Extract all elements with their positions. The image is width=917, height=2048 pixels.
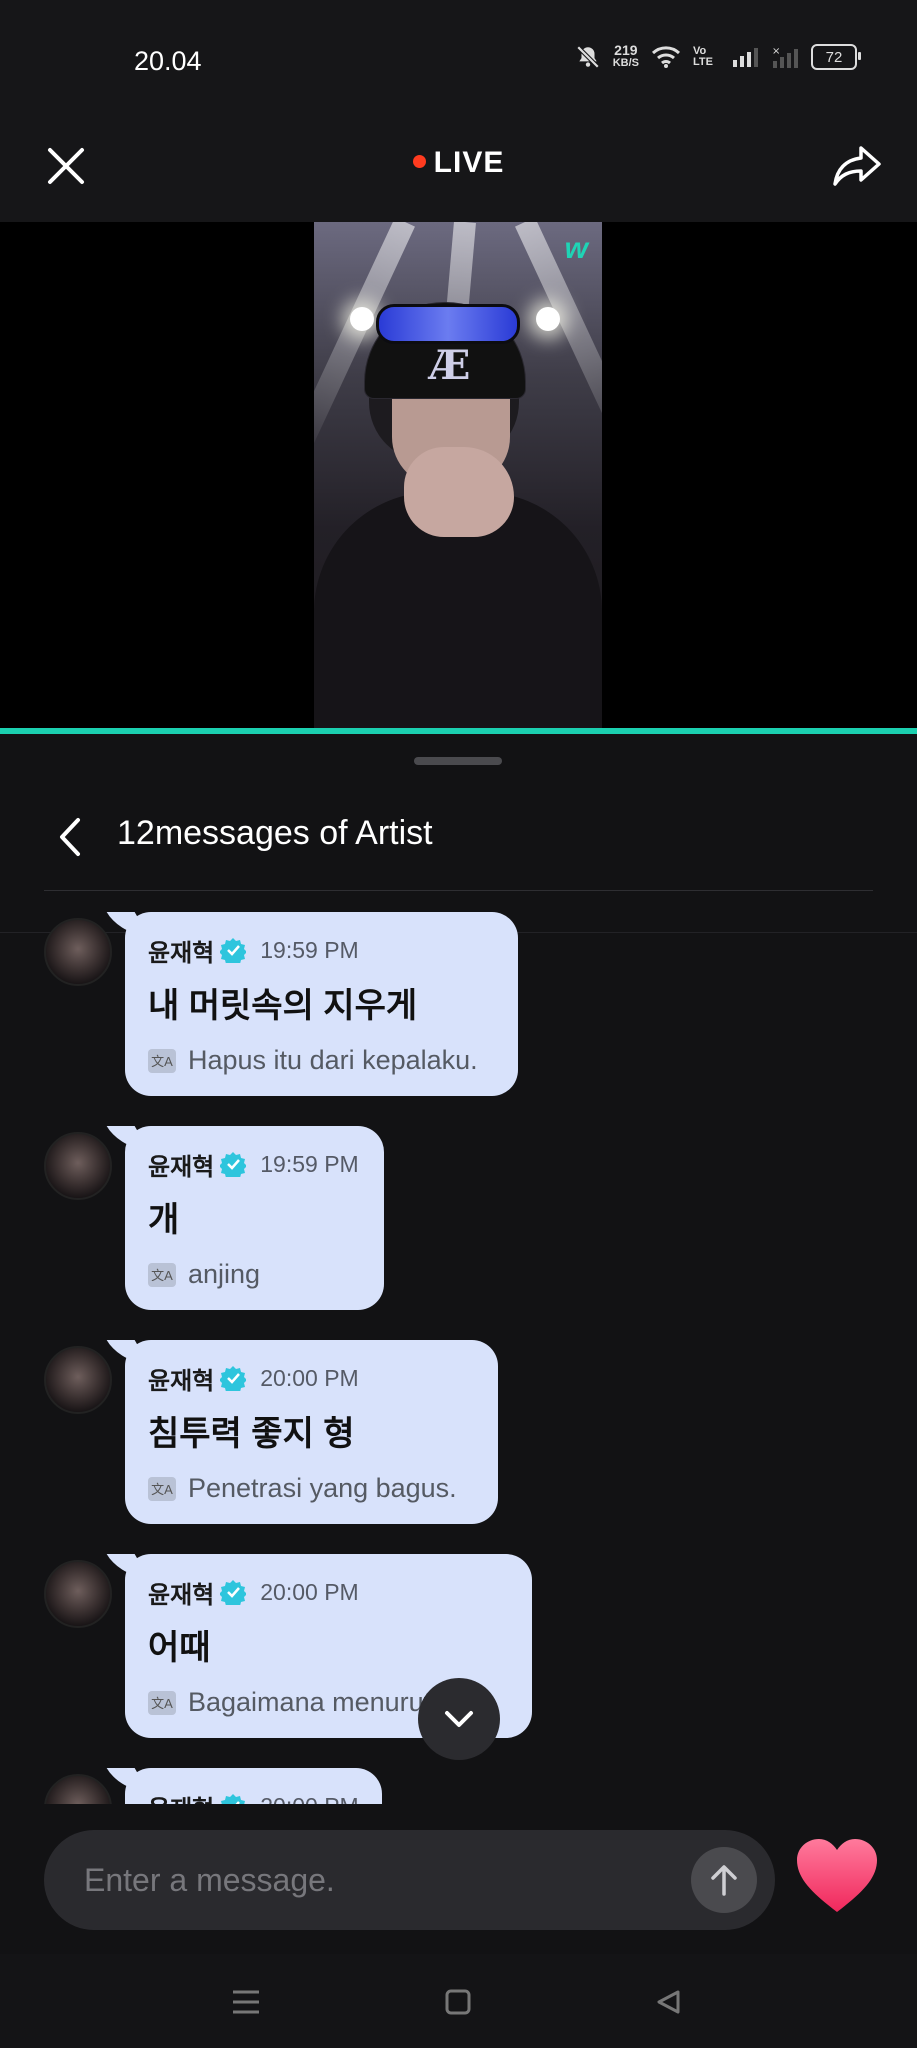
data-rate: 219 KB/S — [612, 42, 639, 70]
volte-label: Vo LTE — [693, 45, 713, 68]
battery-indicator: 72 — [811, 44, 861, 70]
live-progress-bar — [0, 728, 917, 734]
ceiling-lamp — [536, 307, 560, 331]
message-time: 20:00 PM — [260, 1793, 358, 1805]
verified-check-icon — [221, 1794, 246, 1804]
translation-row: 文A Penetrasi yang bagus. — [148, 1473, 475, 1504]
translate-icon: 文A — [148, 1690, 176, 1715]
translation-row: 文A Hapus itu dari kepalaku. — [148, 1045, 495, 1076]
like-button[interactable] — [793, 1836, 881, 1916]
message-meta: 윤재혁 20:00 PM — [148, 1362, 475, 1395]
message-bubble: 윤재혁 19:59 PM 내 머릿속의 지우게 文A Hapus itu dar… — [125, 912, 518, 1096]
message-time: 19:59 PM — [260, 1150, 359, 1177]
verified-check-icon — [220, 1580, 247, 1605]
avatar[interactable] — [44, 1560, 112, 1628]
system-nav-bar — [0, 1954, 917, 2048]
data-rate-unit: KB/S — [612, 57, 639, 69]
status-icons: 219 KB/S Vo LTE × 72 — [575, 42, 861, 70]
message-list[interactable]: 윤재혁 19:59 PM 내 머릿속의 지우게 文A Hapus itu dar… — [0, 898, 917, 1804]
message-time: 20:00 PM — [260, 1578, 359, 1605]
live-video-area[interactable]: Æ w — [0, 222, 917, 732]
weverse-watermark: w — [564, 232, 588, 265]
avatar[interactable] — [44, 1774, 112, 1804]
nav-home-button[interactable] — [436, 1980, 480, 2024]
person-goggles — [376, 304, 520, 344]
translation-text: Hapus itu dari kepalaku. — [188, 1045, 478, 1075]
sender-name: 윤재혁 — [148, 1581, 215, 1609]
bell-muted-icon — [576, 45, 600, 69]
avatar[interactable] — [44, 918, 112, 986]
message-time: 20:00 PM — [260, 1364, 359, 1391]
translation-text: Penetrasi yang bagus. — [188, 1473, 457, 1503]
translate-icon: 文A — [148, 1262, 176, 1287]
message-time: 19:59 PM — [260, 936, 359, 963]
verified-check-icon — [220, 1366, 247, 1391]
sender-name: 윤재혁 — [148, 939, 215, 967]
avatar[interactable] — [44, 1132, 112, 1200]
triangle-back-icon — [657, 1990, 680, 2014]
person-hand — [404, 447, 514, 537]
translate-icon: 文A — [148, 1048, 176, 1073]
live-video-frame[interactable]: Æ w — [314, 222, 602, 732]
nav-back-button[interactable] — [646, 1980, 690, 2024]
menu-icon — [233, 1990, 259, 2014]
beanie-logo: Æ — [429, 342, 471, 389]
message-text: 내 머릿속의 지우게 — [148, 987, 418, 1025]
wifi-icon — [651, 46, 681, 68]
message-bubble: 윤재혁 20:00 PM 침투력 좋지 형 文A Penetrasi yang … — [125, 1340, 498, 1524]
message-bubble: 윤재혁 19:59 PM 개 文A anjing — [125, 1126, 384, 1310]
ceiling-lamp — [350, 307, 374, 331]
live-indicator: LIVE — [0, 146, 917, 180]
message-text: 침투력 좋지 형 — [148, 1415, 355, 1453]
sender-name: 윤재혁 — [148, 1789, 214, 1805]
translation-row: 文A anjing — [148, 1259, 361, 1290]
sender-name: 윤재혁 — [148, 1367, 215, 1395]
message-input[interactable] — [82, 1854, 686, 1906]
verified-check-icon — [220, 938, 247, 963]
message-meta: 윤재혁 19:59 PM — [148, 934, 495, 967]
verified-check-icon — [220, 1152, 247, 1177]
header-divider — [44, 890, 873, 891]
send-button[interactable] — [691, 1847, 757, 1913]
message-meta: 윤재혁 19:59 PM — [148, 1148, 361, 1181]
nav-menu-button[interactable] — [224, 1980, 268, 2024]
arrow-up-icon — [711, 1865, 737, 1896]
share-button[interactable] — [829, 138, 885, 194]
svg-text:×: × — [772, 46, 780, 57]
signal-no-service-icon: × — [772, 46, 798, 68]
message-text: 어때 — [148, 1629, 211, 1667]
status-bar: 20.04 219 KB/S Vo LTE × 72 — [0, 0, 917, 120]
message-text: 개 — [148, 1201, 180, 1239]
data-rate-value: 219 — [614, 42, 638, 58]
chevron-left-icon — [60, 818, 80, 856]
live-dot — [412, 155, 426, 168]
light-beam — [515, 222, 602, 463]
heart-icon — [797, 1839, 877, 1912]
message-meta: 윤재혁 20:00 PM — [148, 1576, 509, 1609]
status-time: 20.04 — [134, 46, 202, 76]
sheet-drag-handle[interactable] — [414, 757, 502, 765]
sender-name: 윤재혁 — [148, 1153, 215, 1181]
message-input-container[interactable] — [44, 1830, 775, 1930]
panel-title: 12messages of Artist — [117, 814, 433, 852]
square-icon — [445, 1989, 471, 2015]
avatar[interactable] — [44, 1346, 112, 1414]
translation-text: anjing — [188, 1259, 261, 1289]
scroll-to-bottom-button[interactable] — [418, 1678, 500, 1760]
artist-messages-header: 12messages of Artist — [0, 790, 917, 890]
message-bubble: 윤재혁 20:00 PM — [125, 1768, 382, 1804]
message-meta: 윤재혁 20:00 PM — [148, 1790, 359, 1804]
live-label: LIVE — [433, 146, 505, 179]
translate-icon: 文A — [148, 1476, 176, 1501]
live-top-bar: LIVE — [0, 120, 917, 222]
message-composer — [0, 1804, 917, 1954]
share-icon — [833, 146, 881, 186]
back-button[interactable] — [52, 812, 88, 862]
signal-icon — [733, 48, 758, 67]
chevron-down-icon — [445, 1711, 473, 1727]
